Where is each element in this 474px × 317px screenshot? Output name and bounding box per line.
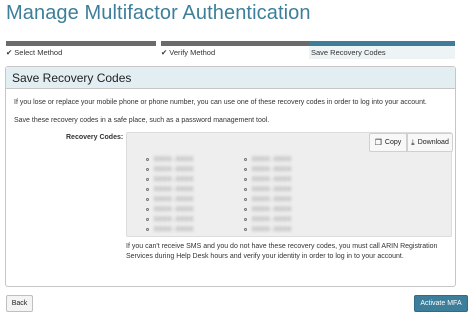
step-label: Save Recovery Codes — [311, 48, 386, 57]
codes-list-right: XXXX-XXXX XXXX-XXXX XXXX-XXXX XXXX-XXXX … — [244, 154, 292, 234]
bullet — [244, 157, 247, 161]
list-item: XXXX-XXXX — [146, 214, 194, 224]
list-item: XXXX-XXXX — [244, 184, 292, 194]
recovery-code: XXXX-XXXX — [252, 155, 292, 163]
list-item: XXXX-XXXX — [244, 214, 292, 224]
bullet — [146, 197, 149, 201]
list-item: XXXX-XXXX — [146, 204, 194, 214]
download-icon: ⤓ — [411, 137, 415, 147]
check-icon: ✔ — [161, 48, 168, 57]
bullet — [146, 167, 149, 171]
recovery-code: XXXX-XXXX — [154, 205, 194, 213]
list-item: XXXX-XXXX — [244, 154, 292, 164]
bullet — [244, 167, 247, 171]
panel-header: Save Recovery Codes — [6, 67, 455, 89]
bullet — [244, 197, 247, 201]
bullet — [244, 207, 247, 211]
step-bar — [6, 41, 156, 46]
recovery-codes-box: ❐ Copy ⤓ Download XXXX-XXXX XXXX-XXXX XX… — [126, 132, 453, 237]
recovery-codes-label: Recovery Codes: — [66, 134, 124, 141]
recovery-code: XXXX-XXXX — [154, 175, 194, 183]
step-label: Verify Method — [169, 48, 216, 57]
list-item: XXXX-XXXX — [244, 174, 292, 184]
recovery-code: XXXX-XXXX — [154, 155, 194, 163]
bullet — [146, 207, 149, 211]
step-bar — [309, 41, 455, 46]
download-button[interactable]: ⤓ Download — [407, 133, 453, 152]
list-item: XXXX-XXXX — [146, 194, 194, 204]
progress-steps: ✔ Select Method ✔ Verify Method Save Recov… — [6, 41, 455, 59]
codes-list-left: XXXX-XXXX XXXX-XXXX XXXX-XXXX XXXX-XXXX … — [146, 154, 194, 234]
safe-place-text: Save these recovery codes in a safe plac… — [14, 117, 270, 124]
recovery-code: XXXX-XXXX — [252, 195, 292, 203]
step-save-recovery-codes: Save Recovery Codes — [309, 41, 455, 59]
panel-title: Save Recovery Codes — [12, 70, 132, 85]
recovery-code: XXXX-XXXX — [154, 225, 194, 233]
recovery-code: XXXX-XXXX — [154, 165, 194, 173]
bullet — [244, 217, 247, 221]
bullet — [146, 187, 149, 191]
activate-mfa-button[interactable]: Activate MFA — [414, 295, 468, 312]
recovery-code: XXXX-XXXX — [154, 185, 194, 193]
bullet — [244, 187, 247, 191]
copy-button[interactable]: ❐ Copy — [369, 133, 407, 152]
recovery-code: XXXX-XXXX — [252, 215, 292, 223]
list-item: XXXX-XXXX — [244, 204, 292, 214]
download-label: Download — [417, 139, 449, 146]
warning-text: If you can't receive SMS and you do not … — [126, 243, 438, 260]
check-icon: ✔ — [6, 48, 13, 57]
list-item: XXXX-XXXX — [244, 164, 292, 174]
page-title: Manage Multifactor Authentication — [6, 2, 311, 24]
recovery-code: XXXX-XXXX — [252, 165, 292, 173]
list-item: XXXX-XXXX — [146, 174, 194, 184]
step-label: Select Method — [14, 48, 63, 57]
copy-label: Copy — [384, 139, 402, 146]
bullet — [146, 227, 149, 231]
bullet — [146, 157, 149, 161]
step-bar — [161, 41, 309, 46]
list-item: XXXX-XXXX — [146, 224, 194, 234]
bullet — [244, 177, 247, 181]
bullet — [146, 177, 149, 181]
recovery-code: XXXX-XXXX — [252, 225, 292, 233]
list-item: XXXX-XXXX — [146, 154, 194, 164]
bullet — [244, 227, 247, 231]
list-item: XXXX-XXXX — [146, 184, 194, 194]
back-button[interactable]: Back — [6, 295, 33, 312]
bullet — [146, 217, 149, 221]
recovery-code: XXXX-XXXX — [154, 215, 194, 223]
intro-text: If you lose or replace your mobile phone… — [14, 99, 427, 106]
list-item: XXXX-XXXX — [146, 164, 194, 174]
step-select-method: ✔ Select Method — [6, 41, 156, 59]
recovery-code: XXXX-XXXX — [252, 175, 292, 183]
recovery-code: XXXX-XXXX — [252, 185, 292, 193]
recovery-codes-panel: Save Recovery Codes If you lose or repla… — [5, 66, 456, 287]
recovery-code: XXXX-XXXX — [154, 195, 194, 203]
recovery-code: XXXX-XXXX — [252, 205, 292, 213]
copy-icon: ❐ — [374, 138, 382, 147]
step-verify-method: ✔ Verify Method — [161, 41, 309, 59]
list-item: XXXX-XXXX — [244, 194, 292, 204]
list-item: XXXX-XXXX — [244, 224, 292, 234]
